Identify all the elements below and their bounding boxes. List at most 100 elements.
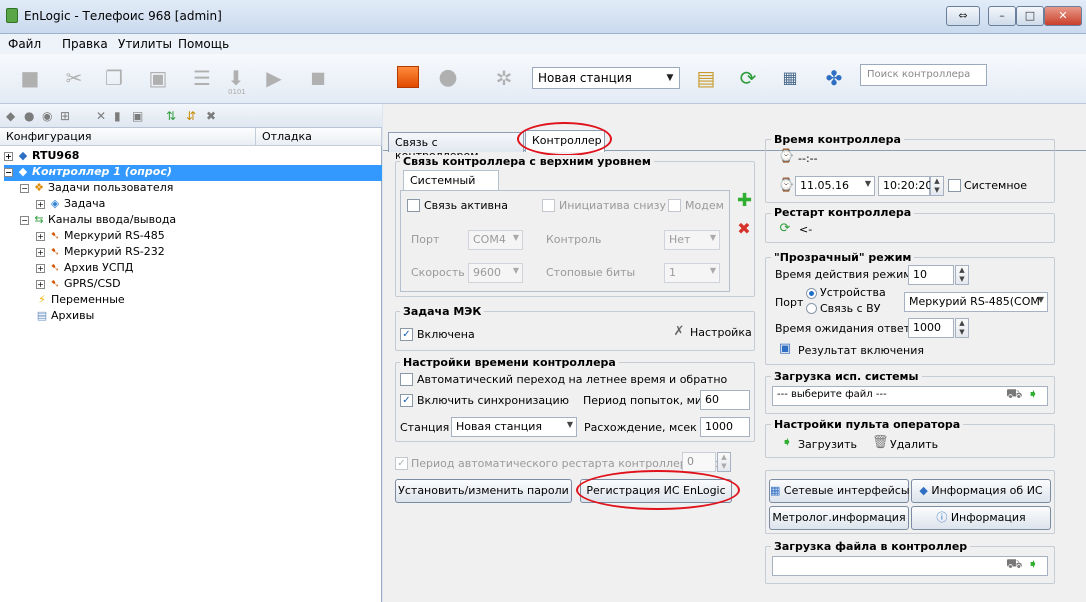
record-icon[interactable]: ■ (306, 66, 330, 90)
port-select[interactable]: COM4 ▼ (468, 230, 523, 250)
menu-file[interactable]: Файл (8, 37, 41, 51)
tool-icon[interactable]: ✕ (96, 109, 106, 123)
tool-icon[interactable]: ▣ (132, 109, 143, 123)
list-icon[interactable]: ☰ (190, 66, 214, 90)
spinner-icon[interactable]: ▲ ▼ (930, 176, 944, 196)
tree-item-gprs[interactable]: + ➷ GPRS/CSD (36, 277, 121, 293)
tool-icon[interactable]: ▮ (114, 109, 121, 123)
tree-item-rs232[interactable]: + ➷ Меркурий RS-232 (36, 245, 165, 261)
arrow-right-icon[interactable]: ➧ (1026, 388, 1040, 402)
cart-icon[interactable]: ⛟ (1006, 388, 1022, 402)
tab-connection[interactable]: Связь с контроллером (388, 132, 524, 162)
tree-item-rtu[interactable]: + ◆ RTU968 (4, 149, 79, 165)
col-debug[interactable]: Отладка (256, 128, 382, 146)
gear-icon[interactable]: ✲ (492, 66, 516, 90)
tool-icon[interactable]: ⊞ (60, 109, 70, 123)
refresh-icon[interactable]: ⟳ (736, 66, 760, 90)
metrolog-button[interactable]: Метролог.информация (769, 506, 909, 530)
close-button[interactable]: ✕ (1044, 6, 1082, 26)
notes-icon[interactable]: ▦ (778, 66, 802, 90)
menu-help[interactable]: Помощь (178, 37, 229, 51)
time-input[interactable]: 10:20:20 (878, 176, 932, 196)
control-select[interactable]: Нет ▼ (664, 230, 720, 250)
link-active-checkbox[interactable] (407, 199, 420, 212)
system-time-checkbox[interactable] (948, 179, 961, 192)
delete-icon[interactable]: ✖ (206, 109, 216, 123)
col-config[interactable]: Конфигурация (0, 128, 256, 146)
restore-arrows-icon[interactable]: ⇔ (946, 6, 980, 26)
expand-icon[interactable]: + (36, 247, 45, 257)
stop-orange-icon[interactable] (397, 66, 419, 88)
diff-input[interactable]: 1000 (700, 417, 750, 437)
change-passwords-button[interactable]: Установить/изменить пароли (395, 479, 572, 503)
cart-icon[interactable]: ⛟ (1006, 558, 1022, 572)
minimize-button[interactable]: – (988, 6, 1016, 26)
sync-checkbox[interactable]: ✓ (400, 394, 413, 407)
document-icon[interactable]: ▤ (694, 66, 718, 90)
add-icon[interactable]: ✚ (737, 192, 752, 210)
stopbits-select[interactable]: 1 ▼ (664, 263, 720, 283)
devices-radio[interactable] (806, 288, 817, 299)
mek-settings-link[interactable]: Настройка (690, 326, 752, 339)
network-interfaces-button[interactable]: ▦ Сетевые интерфейсы (769, 479, 910, 503)
operator-delete-link[interactable]: Удалить (890, 438, 938, 451)
tool-icon[interactable]: ◆ (6, 109, 15, 123)
tool-icon[interactable]: ● (24, 109, 34, 123)
trash-icon[interactable]: 🗑 (872, 436, 889, 450)
collapse-icon[interactable]: − (20, 215, 29, 225)
network-icon[interactable]: ✤ (822, 66, 846, 90)
circle-icon[interactable]: ● (436, 66, 460, 90)
duration-input[interactable]: 10 (908, 265, 954, 285)
info-is-button[interactable]: ◆ Информация об ИС (911, 479, 1051, 503)
run-icon[interactable]: ▶ (262, 66, 286, 90)
tree-item-controller[interactable]: − ◆ Контроллер 1 (опрос) (4, 165, 382, 181)
tab-system-port[interactable]: Системный порт (403, 170, 499, 200)
move-icon[interactable]: ⇅ (166, 109, 176, 123)
wait-input[interactable]: 1000 (908, 318, 954, 338)
tree-item-archives[interactable]: ▤ Архивы (36, 309, 95, 325)
refresh-icon[interactable]: ⟳ (778, 222, 792, 236)
vu-radio[interactable] (806, 303, 817, 314)
menu-edit[interactable]: Правка (62, 37, 108, 51)
expand-icon[interactable]: + (36, 263, 45, 273)
tree-item-rs485[interactable]: + ➷ Меркурий RS-485 (36, 229, 165, 245)
speed-select[interactable]: 9600 ▼ (468, 263, 523, 283)
modem-checkbox[interactable] (668, 199, 681, 212)
dst-checkbox[interactable] (400, 373, 413, 386)
tree-item-variables[interactable]: ⚡ Переменные (36, 293, 125, 309)
paste-icon[interactable]: ▣ (146, 66, 170, 90)
tree-item-archive-uspd[interactable]: + ➷ Архив УСПД (36, 261, 133, 277)
station-combo[interactable]: Новая станция ▼ (532, 67, 680, 89)
arrow-right-icon[interactable]: ➧ (780, 436, 794, 450)
menu-utilities[interactable]: Утилиты (118, 37, 172, 51)
expand-icon[interactable]: + (4, 151, 13, 161)
stop-icon[interactable]: ■ (18, 66, 42, 90)
tree-item-task[interactable]: + ◈ Задача (36, 197, 105, 213)
tp-port-select[interactable]: Меркурий RS-485(COM ▼ (904, 292, 1048, 312)
period-input[interactable]: 60 (700, 390, 750, 410)
download-icon[interactable]: ⬇ (224, 66, 248, 90)
spinner-icon[interactable]: ▲ ▼ (955, 265, 969, 285)
maximize-button[interactable]: □ (1016, 6, 1044, 26)
restart-period-input[interactable]: 0 (682, 452, 716, 472)
expand-icon[interactable]: + (36, 199, 45, 209)
search-input[interactable]: Поиск контроллера (860, 64, 987, 86)
tree-item-io-channels[interactable]: − ⇆ Каналы ввода/вывода (20, 213, 176, 229)
collapse-icon[interactable]: − (4, 167, 13, 177)
initiative-checkbox[interactable] (542, 199, 555, 212)
cut-icon[interactable]: ✂ (62, 66, 86, 90)
restart-period-checkbox[interactable]: ✓ (395, 457, 408, 470)
copy-icon[interactable]: ❐ (102, 66, 126, 90)
move-icon[interactable]: ⇵ (186, 109, 196, 123)
operator-load-link[interactable]: Загрузить (798, 438, 857, 451)
info-button[interactable]: ⓘ Информация (911, 506, 1051, 530)
tree-item-user-tasks[interactable]: − ❖ Задачи пользователя (20, 181, 173, 197)
expand-icon[interactable]: + (36, 231, 45, 241)
arrow-right-icon[interactable]: ➧ (1026, 558, 1040, 572)
mek-enabled-checkbox[interactable]: ✓ (400, 328, 413, 341)
spinner-icon[interactable]: ▲ ▼ (717, 452, 731, 472)
collapse-icon[interactable]: − (20, 183, 29, 193)
station-select[interactable]: Новая станция ▼ (451, 417, 577, 437)
date-select[interactable]: 11.05.16 ▼ (795, 176, 875, 196)
expand-icon[interactable]: + (36, 279, 45, 289)
